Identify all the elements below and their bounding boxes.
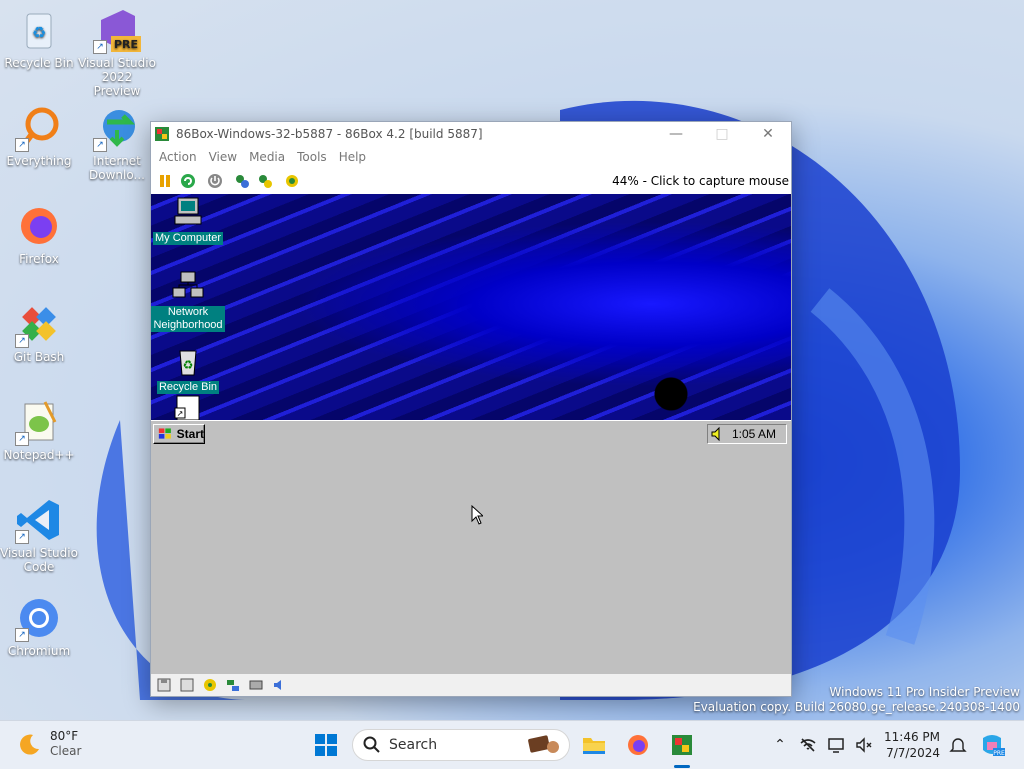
weather-widget[interactable]: 80°F Clear xyxy=(18,729,81,759)
network-disconnected-icon[interactable] xyxy=(794,731,822,759)
86box-icon xyxy=(672,735,692,755)
hdd-icon[interactable] xyxy=(247,677,264,694)
taskbar-firefox[interactable] xyxy=(620,727,656,763)
desktop-icon-recycle-bin[interactable]: ♻ Recycle Bin xyxy=(0,6,78,70)
svg-text:↗: ↗ xyxy=(177,409,184,418)
file-explorer-icon xyxy=(583,738,605,754)
desktop-icon-vscode[interactable]: ↗ Visual Studio Code xyxy=(0,496,78,574)
86box-window[interactable]: 86Box-Windows-32-b5887 - 86Box 4.2 [buil… xyxy=(150,121,792,697)
windows-logo-icon xyxy=(315,734,337,756)
win95-recycle-bin-icon: ♻ xyxy=(179,350,197,376)
desktop-icon-firefox[interactable]: Firefox xyxy=(0,202,78,266)
firefox-icon xyxy=(628,735,648,755)
insider-watermark: Windows 11 Pro Insider Preview Evaluatio… xyxy=(693,685,1020,714)
display-icon[interactable] xyxy=(822,731,850,759)
floppy-b-icon[interactable] xyxy=(178,677,195,694)
win95-icon-recycle-bin[interactable]: ♻ Recycle Bin xyxy=(151,345,225,394)
win95-desktop[interactable]: My Computer Network Neighborhood ♻ Recyc… xyxy=(151,194,791,420)
cdrom-icon[interactable] xyxy=(201,677,218,694)
chevron-up-icon[interactable]: ⌃ xyxy=(766,731,794,759)
reset-icon[interactable] xyxy=(178,171,198,191)
menu-help[interactable]: Help xyxy=(333,150,372,164)
title-bar[interactable]: 86Box-Windows-32-b5887 - 86Box 4.2 [buil… xyxy=(151,122,791,146)
sound-icon[interactable] xyxy=(270,677,287,694)
win95-start-button[interactable]: Start xyxy=(153,424,205,444)
volume-muted-icon[interactable] xyxy=(850,731,878,759)
win95-system-tray: 1:05 AM xyxy=(707,424,787,444)
floppy-icon[interactable] xyxy=(155,677,172,694)
desktop-icon-everything[interactable]: ↗ Everything xyxy=(0,104,78,168)
desktop-icon-visual-studio[interactable]: PRE ↗ Visual Studio 2022 Preview xyxy=(78,6,156,98)
firefox-icon xyxy=(15,202,63,250)
win95-shortcut-icon[interactable]: ↗ xyxy=(171,392,205,420)
taskbar-86box[interactable] xyxy=(664,727,700,763)
menu-action[interactable]: Action xyxy=(153,150,203,164)
recycle-bin-icon: ♻ xyxy=(15,6,63,54)
moon-icon xyxy=(20,734,39,755)
86box-app-icon xyxy=(155,127,169,141)
menu-tools[interactable]: Tools xyxy=(291,150,333,164)
menu-bar: Action View Media Tools Help xyxy=(151,146,791,168)
search-highlight-icon xyxy=(528,735,559,753)
taskbar-clock[interactable]: 11:46 PM 7/7/2024 xyxy=(880,729,940,761)
network-icon[interactable] xyxy=(224,677,241,694)
desktop-icon-chromium[interactable]: ↗ Chromium xyxy=(0,594,78,658)
windows-taskbar: 80°F Clear Search ⌃ 11:46 PM 7/7/2024 PR… xyxy=(0,720,1024,769)
svg-text:PRE: PRE xyxy=(114,38,138,51)
settings-icon[interactable] xyxy=(232,171,252,191)
minimize-button[interactable]: — xyxy=(653,122,699,146)
everything-search-icon: ↗ xyxy=(15,104,63,152)
power-icon[interactable] xyxy=(205,171,225,191)
svg-text:PRE: PRE xyxy=(993,750,1005,757)
close-button[interactable]: ✕ xyxy=(745,122,791,146)
desktop-icon-notepadpp[interactable]: ↗ Notepad++ xyxy=(0,398,78,462)
svg-text:♻: ♻ xyxy=(183,358,194,372)
pause-icon[interactable] xyxy=(155,171,175,191)
menu-view[interactable]: View xyxy=(203,150,243,164)
guest-mouse-cursor-icon xyxy=(471,505,483,525)
win95-icon-network[interactable]: Network Neighborhood xyxy=(151,270,225,332)
visual-studio-icon: PRE ↗ xyxy=(93,6,141,54)
git-bash-icon: ↗ xyxy=(15,300,63,348)
ctrl-alt-esc-icon[interactable] xyxy=(282,171,302,191)
win95-icon-my-computer[interactable]: My Computer xyxy=(151,196,225,245)
maximize-button[interactable]: □ xyxy=(699,122,745,146)
cad-icon[interactable] xyxy=(255,171,275,191)
win95-clock: 1:05 AM xyxy=(732,427,777,441)
copilot-icon[interactable]: PRE xyxy=(974,727,1010,763)
my-computer-icon xyxy=(174,197,202,225)
desktop-icon-git-bash[interactable]: ↗ Git Bash xyxy=(0,300,78,364)
vscode-icon: ↗ xyxy=(15,496,63,544)
svg-text:♻: ♻ xyxy=(32,23,46,42)
taskbar-file-explorer[interactable] xyxy=(576,727,612,763)
window-title: 86Box-Windows-32-b5887 - 86Box 4.2 [buil… xyxy=(176,127,483,141)
unused-display-area xyxy=(151,448,791,674)
notepad-plus-plus-icon: ↗ xyxy=(15,398,63,446)
speaker-icon[interactable] xyxy=(710,426,726,442)
search-icon xyxy=(363,736,380,753)
toolbar: 44% - Click to capture mouse xyxy=(151,168,791,194)
capture-status[interactable]: 44% - Click to capture mouse xyxy=(612,174,789,188)
start-button[interactable] xyxy=(308,727,344,763)
desktop-icon-internet-download[interactable]: ↗ Internet Downlo... xyxy=(78,104,156,182)
win95-taskbar: Start 1:05 AM xyxy=(151,420,791,449)
network-neighborhood-icon xyxy=(172,271,204,298)
system-tray: ⌃ xyxy=(766,731,878,759)
internet-download-manager-icon: ↗ xyxy=(93,104,141,152)
chromium-icon: ↗ xyxy=(15,594,63,642)
menu-media[interactable]: Media xyxy=(243,150,291,164)
taskbar-search[interactable]: Search xyxy=(352,729,570,761)
emulated-screen[interactable]: My Computer Network Neighborhood ♻ Recyc… xyxy=(151,194,791,674)
windows-flag-icon xyxy=(158,428,171,439)
notification-bell-icon[interactable] xyxy=(940,727,976,763)
